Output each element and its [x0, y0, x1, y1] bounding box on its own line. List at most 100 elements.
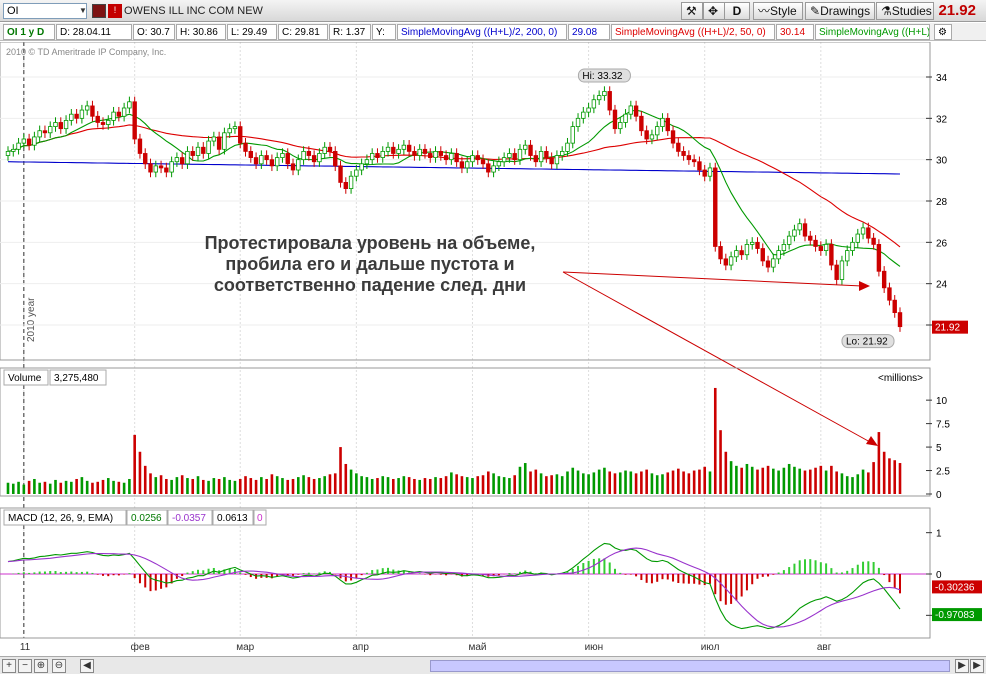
candle-body — [507, 153, 512, 159]
candle-body — [765, 260, 771, 268]
macd-tick-label: 0 — [936, 570, 942, 581]
volume-bar — [687, 473, 691, 494]
candle-body — [443, 155, 449, 161]
style-button[interactable]: 〰Style — [753, 2, 803, 20]
volume-bar — [888, 458, 891, 494]
candle-body — [58, 122, 63, 130]
high-value: H: 30.86 — [176, 24, 226, 40]
scroll-left-icon[interactable]: ◀ — [80, 659, 94, 673]
candle-body — [132, 101, 137, 140]
chart-scrollbar[interactable]: + − ⊕ ⊖ ◀ ▶ ▶ — [0, 656, 986, 674]
crosshair-icon[interactable]: ⚒ — [681, 2, 703, 20]
volume-bar — [175, 477, 179, 494]
magnifier-icon[interactable]: ⊖ — [52, 659, 66, 673]
volume-bar — [339, 447, 342, 494]
macd-hist-bar — [297, 574, 300, 575]
macd-hist-bar — [28, 572, 31, 574]
drawings-button[interactable]: ✎Drawings — [805, 2, 875, 20]
macd-hist-bar — [33, 572, 36, 574]
scroll-thumb[interactable] — [430, 660, 950, 672]
macd-hist-bar — [418, 573, 421, 574]
macd-hist-bar — [38, 571, 41, 574]
symbol-input[interactable] — [3, 3, 87, 19]
zoom-out-icon[interactable]: − — [18, 659, 32, 673]
pan-icon[interactable]: ✥ — [703, 2, 725, 20]
candle-body — [871, 237, 876, 245]
candle-body — [581, 111, 586, 119]
scroll-end-icon[interactable]: ▶ — [970, 659, 984, 673]
studies-button[interactable]: ⚗Studies — [876, 2, 934, 20]
volume-bar — [698, 469, 701, 494]
candle-body — [296, 159, 301, 171]
volume-tick-label: 7.5 — [936, 420, 950, 431]
macd-hist-bar — [302, 573, 305, 574]
candle-body — [486, 163, 491, 173]
macd-hist-bar — [703, 574, 706, 586]
candle-body — [264, 155, 269, 161]
candle-body — [317, 153, 322, 163]
volume-bar — [497, 476, 501, 494]
studies-label: Studies — [891, 4, 932, 18]
candle-body — [84, 105, 90, 111]
volume-bar — [296, 477, 300, 494]
candle-body — [781, 243, 787, 251]
macd-hist-bar — [846, 570, 849, 574]
symbol-period[interactable]: OI 1 y D — [3, 24, 55, 40]
macd-hist-bar — [856, 564, 859, 574]
volume-panel: Volume 3,275,480 <millions> 0 2.5 5 7.5 10 — [0, 367, 950, 501]
svg-text:-0.30236: -0.30236 — [935, 582, 975, 593]
volume-bar — [523, 463, 527, 494]
volume-bar — [745, 463, 749, 494]
sma200-label[interactable]: SimpleMovingAvg ((H+L)/2, 200, 0) — [397, 24, 567, 40]
volume-bar — [281, 478, 284, 494]
macd-avg-line — [7, 547, 901, 628]
volume-bar — [402, 476, 406, 494]
settings-icon[interactable]: ⚙ — [934, 24, 952, 40]
svg-text:Lo: 21.92: Lo: 21.92 — [846, 337, 888, 348]
chevron-down-icon[interactable]: ▼ — [78, 4, 88, 18]
volume-label: Volume — [8, 373, 42, 384]
symbol-lookup-button[interactable] — [92, 4, 106, 18]
macd-hist-bar — [656, 574, 659, 582]
macd-hist-bar — [666, 574, 669, 580]
candle-body — [369, 153, 375, 161]
candle-body — [106, 120, 111, 125]
volume-bar — [228, 479, 231, 494]
x-tick-label: июн — [585, 642, 604, 653]
x-tick-label: 11 — [20, 642, 31, 653]
macd-hist-bar — [233, 568, 236, 574]
macd-avg: -0.0357 — [172, 513, 206, 524]
volume-bar — [318, 478, 321, 494]
candle-body — [618, 122, 623, 130]
volume-bar — [275, 476, 279, 494]
sma50-label[interactable]: SimpleMovingAvg ((H+L)/2, 50, 0) — [611, 24, 775, 40]
period-button[interactable]: D — [724, 2, 750, 20]
candle-body — [718, 246, 723, 260]
macd-hist-bar — [508, 572, 511, 574]
macd-hist-bar — [883, 574, 886, 576]
alert-icon[interactable]: ! — [108, 4, 122, 18]
macd-hist-bar — [693, 574, 696, 584]
sma20-label[interactable]: SimpleMovingAvg ((H+L)/2,... — [815, 24, 930, 40]
candle-body — [95, 115, 100, 123]
scroll-right-icon[interactable]: ▶ — [955, 659, 969, 673]
zoom-icon[interactable]: ⊕ — [34, 659, 48, 673]
volume-bar — [682, 471, 685, 494]
volume-bar — [471, 478, 474, 494]
candle-body — [396, 148, 401, 154]
candle-body — [881, 270, 887, 289]
candle-body — [786, 235, 792, 245]
chart-area[interactable]: 2010 © TD Ameritrade IP Company, Inc. 20… — [0, 42, 986, 656]
candle-body — [760, 248, 765, 262]
volume-bar — [392, 478, 395, 494]
candle-body — [269, 159, 275, 167]
volume-bar — [582, 473, 585, 494]
macd-tick-label: 1 — [936, 529, 942, 540]
macd-hist-bar — [102, 574, 105, 576]
zoom-in-icon[interactable]: + — [2, 659, 16, 673]
volume-bar — [729, 461, 733, 494]
candle-body — [697, 161, 702, 171]
volume-bar — [756, 469, 759, 494]
candle-body — [449, 153, 454, 161]
candle-body — [686, 155, 692, 161]
